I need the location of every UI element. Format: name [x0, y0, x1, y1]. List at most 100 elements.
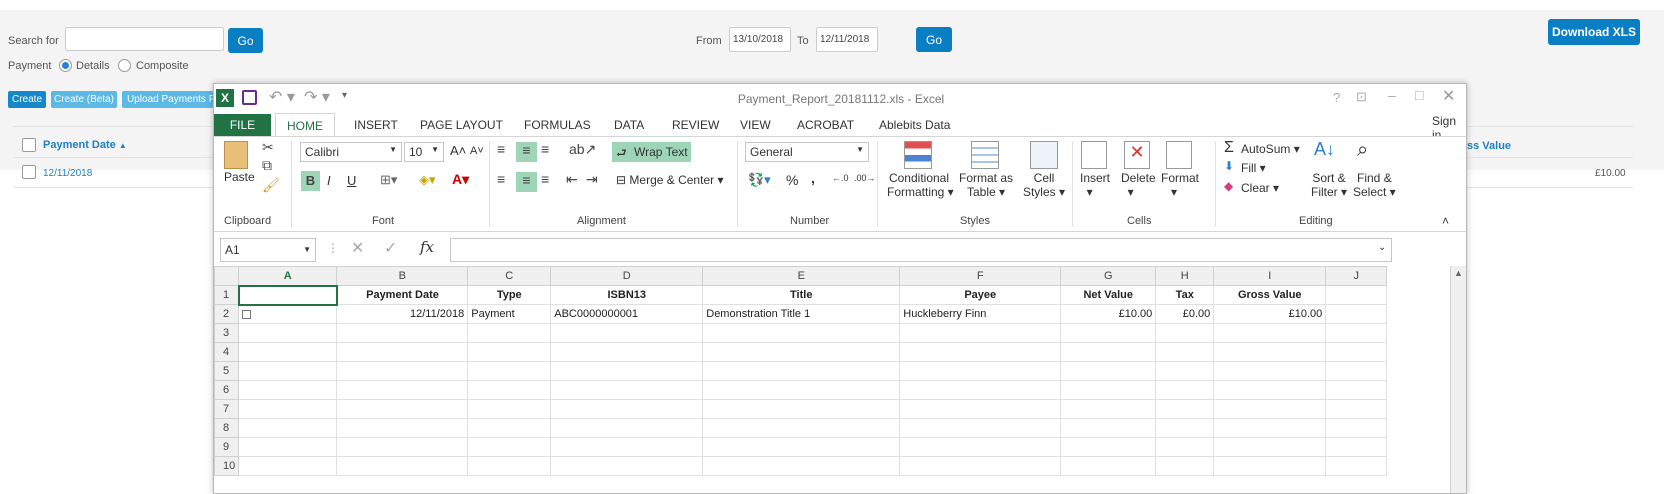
create-beta-button[interactable]: Create (Beta): [51, 91, 117, 108]
cell[interactable]: [238, 361, 338, 381]
tab-ablebits[interactable]: Ablebits Data: [879, 118, 950, 132]
cell[interactable]: [550, 323, 704, 343]
find-select-icon[interactable]: ⌕: [1357, 139, 1368, 162]
format-as-table-icon[interactable]: [971, 141, 999, 169]
cell[interactable]: [899, 342, 1062, 362]
cell[interactable]: [899, 437, 1062, 457]
cell[interactable]: [702, 437, 901, 457]
cell[interactable]: [467, 323, 552, 343]
name-box[interactable]: A1 ▼: [220, 238, 316, 262]
font-name-select[interactable]: Calibri ▼: [300, 142, 402, 162]
header-cell[interactable]: Payee: [899, 285, 1062, 305]
cell[interactable]: [1060, 437, 1157, 457]
cell[interactable]: [1213, 456, 1327, 476]
row-header[interactable]: 3: [214, 323, 240, 343]
scroll-up-icon[interactable]: ▲: [1454, 268, 1463, 278]
header-cell[interactable]: ISBN13: [550, 285, 704, 305]
borders-icon[interactable]: ⊞▾: [380, 172, 397, 188]
cell[interactable]: ABC0000000001: [550, 304, 704, 324]
tab-insert[interactable]: INSERT: [354, 118, 398, 132]
cell[interactable]: [1155, 361, 1215, 381]
cell[interactable]: [238, 323, 338, 343]
cell[interactable]: [1155, 342, 1215, 362]
insert-cells-icon[interactable]: [1081, 141, 1107, 169]
date-go-button[interactable]: Go: [916, 27, 952, 52]
cell[interactable]: [702, 361, 901, 381]
orientation-icon[interactable]: ab↗: [569, 141, 596, 158]
payment-date-column-header[interactable]: Payment Date ▲: [43, 139, 127, 151]
cell[interactable]: [238, 418, 338, 438]
italic-button[interactable]: I: [327, 173, 331, 188]
cell[interactable]: [336, 456, 469, 476]
row-checkbox[interactable]: [22, 165, 36, 179]
cell[interactable]: [899, 418, 1062, 438]
details-radio[interactable]: [59, 59, 72, 72]
header-cell[interactable]: Tax: [1155, 285, 1215, 305]
cell[interactable]: [1325, 437, 1388, 457]
cell[interactable]: £10.00: [1213, 304, 1327, 324]
cell[interactable]: [336, 361, 469, 381]
cell[interactable]: [1155, 437, 1215, 457]
clear-button[interactable]: Clear ▾: [1241, 181, 1279, 195]
maximize-icon[interactable]: □: [1415, 87, 1423, 103]
cell[interactable]: [467, 418, 552, 438]
gross-value-column-header[interactable]: ss Value: [1467, 140, 1511, 152]
header-cell[interactable]: Gross Value: [1213, 285, 1327, 305]
cell[interactable]: [1060, 380, 1157, 400]
column-header[interactable]: J: [1325, 266, 1388, 286]
cell[interactable]: [467, 437, 552, 457]
autosum-icon[interactable]: Σ: [1224, 139, 1234, 157]
cell[interactable]: [899, 323, 1062, 343]
cut-icon[interactable]: ✂: [262, 139, 274, 156]
fill-button[interactable]: Fill ▾: [1241, 161, 1266, 175]
paste-button[interactable]: Paste: [224, 170, 255, 184]
row-header[interactable]: 10: [214, 456, 240, 476]
cell[interactable]: [1213, 361, 1327, 381]
cell[interactable]: [336, 418, 469, 438]
cell[interactable]: [1213, 418, 1327, 438]
cell[interactable]: [1213, 399, 1327, 419]
cell[interactable]: [899, 399, 1062, 419]
row-header[interactable]: 6: [214, 380, 240, 400]
cell[interactable]: [1060, 323, 1157, 343]
format-cells-icon[interactable]: [1166, 141, 1192, 169]
cell[interactable]: [550, 342, 704, 362]
cell[interactable]: [899, 380, 1062, 400]
sort-filter-button[interactable]: Sort & Filter ▾: [1311, 171, 1347, 199]
cell[interactable]: [702, 456, 901, 476]
row-header[interactable]: 1: [214, 285, 240, 305]
upload-payments-button[interactable]: Upload Payments Fi: [122, 91, 213, 108]
cell[interactable]: [1060, 361, 1157, 381]
header-cell[interactable]: Title: [702, 285, 901, 305]
align-middle-icon[interactable]: ≡: [516, 142, 537, 162]
cell[interactable]: [336, 437, 469, 457]
cell[interactable]: [899, 456, 1062, 476]
insert-cells-button[interactable]: Insert ▾: [1080, 171, 1110, 199]
cell[interactable]: [550, 456, 704, 476]
cell[interactable]: [550, 361, 704, 381]
format-as-table-button[interactable]: Format as Table ▾: [956, 171, 1016, 199]
cell-styles-icon[interactable]: [1030, 141, 1058, 169]
cell[interactable]: [238, 456, 338, 476]
align-bottom-icon[interactable]: ≡: [541, 141, 549, 157]
font-color-icon[interactable]: A▾: [452, 171, 469, 188]
cell[interactable]: [467, 380, 552, 400]
row-payment-date-link[interactable]: 12/11/2018: [43, 168, 92, 179]
shrink-font-icon[interactable]: A˅: [470, 145, 484, 157]
tab-review[interactable]: REVIEW: [672, 118, 719, 132]
cell[interactable]: [1060, 418, 1157, 438]
header-cell[interactable]: Payment Date: [336, 285, 469, 305]
cell[interactable]: [550, 399, 704, 419]
align-left-icon[interactable]: ≡: [497, 171, 505, 187]
autosum-button[interactable]: AutoSum ▾: [1241, 142, 1300, 156]
download-xls-button[interactable]: Download XLS: [1548, 19, 1640, 45]
cell[interactable]: Huckleberry Finn: [899, 304, 1062, 324]
cell[interactable]: [238, 304, 338, 324]
cell[interactable]: Payment: [467, 304, 552, 324]
format-painter-icon[interactable]: 🖌: [262, 177, 280, 194]
row-header[interactable]: 8: [214, 418, 240, 438]
cell[interactable]: [1325, 456, 1388, 476]
column-header[interactable]: D: [550, 266, 704, 286]
underline-button[interactable]: U: [347, 173, 356, 188]
row-header[interactable]: 2: [214, 304, 240, 324]
